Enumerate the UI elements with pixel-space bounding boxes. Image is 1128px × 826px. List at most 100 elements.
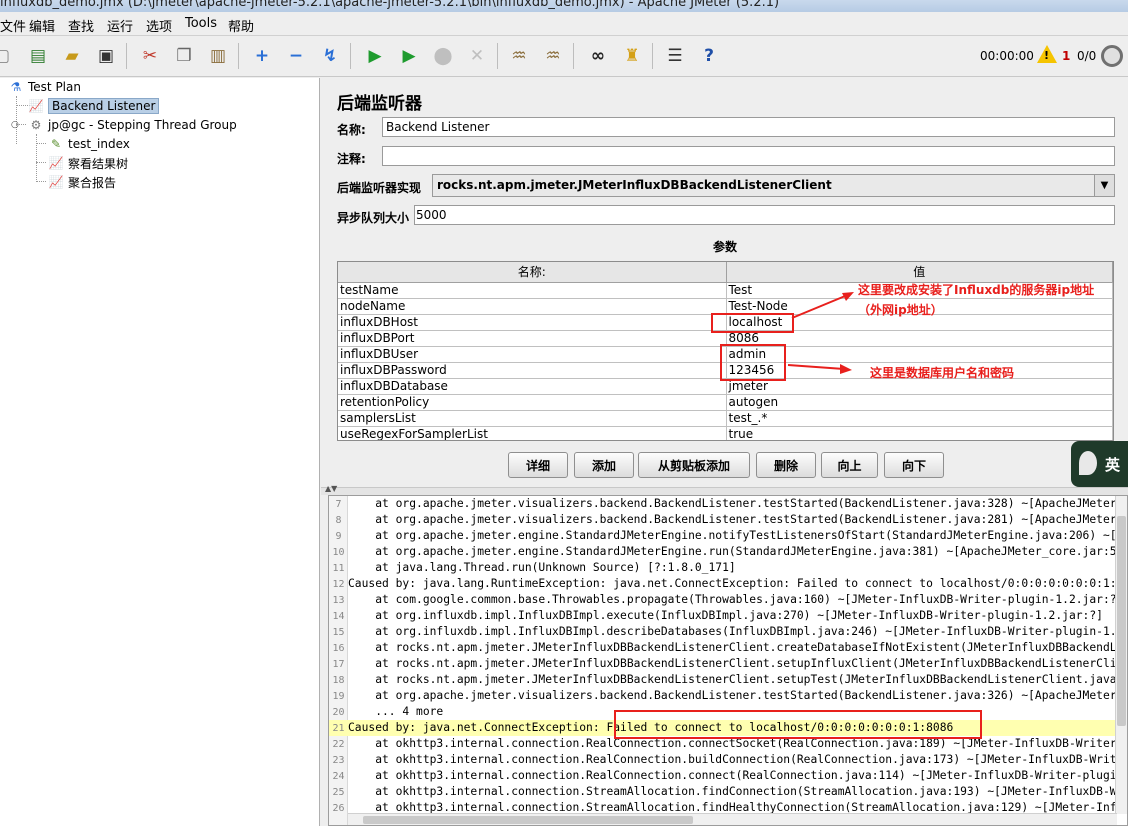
scrollbar-thumb[interactable] (363, 816, 693, 824)
log-viewer[interactable]: 7 at org.apache.jmeter.visualizers.backe… (328, 495, 1128, 826)
stop-icon[interactable]: ⬤ (429, 41, 457, 71)
log-vertical-scrollbar[interactable] (1115, 496, 1127, 814)
move-down-button[interactable]: 向下 (884, 452, 944, 478)
ime-label: 英 (1104, 455, 1120, 474)
param-name-cell[interactable]: testName (338, 282, 727, 299)
impl-label: 后端监听器实现 (337, 181, 422, 195)
reset-search-broom-icon[interactable]: ♜ (618, 41, 646, 71)
toolbar-separator (350, 43, 351, 69)
clear-icon[interactable]: ♒ (505, 41, 533, 71)
param-name-cell[interactable]: influxDBDatabase (338, 378, 727, 395)
param-name-cell[interactable]: influxDBPort (338, 330, 727, 347)
log-line-text: at org.apache.jmeter.engine.StandardJMet… (375, 529, 1127, 542)
gear-icon: ⚙ (30, 118, 42, 132)
annotation-credentials-note: 这里是数据库用户名和密码 (870, 366, 1015, 380)
param-name-cell[interactable]: samplersList (338, 410, 727, 427)
param-name-cell[interactable]: influxDBHost (338, 314, 727, 331)
toggle-icon[interactable]: ↯ (316, 41, 344, 71)
param-name-cell[interactable]: influxDBPassword (338, 362, 727, 379)
save-icon[interactable]: ▣ (92, 41, 120, 71)
annotation-credentials-box (720, 344, 786, 381)
help-icon[interactable]: ? (695, 41, 723, 71)
expand-all-icon[interactable]: + (248, 41, 276, 71)
detail-button[interactable]: 详细 (508, 452, 568, 478)
add-button[interactable]: 添加 (574, 452, 634, 478)
name-input[interactable] (382, 117, 1115, 137)
log-line-number: 19 (332, 691, 345, 702)
split-arrows-icon[interactable]: ▲▼ (325, 484, 337, 493)
param-name-cell[interactable]: influxDBUser (338, 346, 727, 363)
log-line-number: 10 (332, 547, 345, 558)
comment-input[interactable] (382, 146, 1115, 166)
column-header-value[interactable]: 值 (726, 262, 1113, 283)
tree-node-label: 察看结果树 (68, 156, 129, 171)
param-name-cell[interactable]: retentionPolicy (338, 394, 727, 411)
table-row[interactable]: retentionPolicy autogen (338, 394, 1113, 411)
param-value-cell[interactable]: true (726, 426, 1113, 440)
remote-engine-icon[interactable] (1101, 45, 1123, 67)
tree-node-view-results[interactable]: 📈 察看结果树 (48, 154, 129, 172)
delete-button[interactable]: 删除 (756, 452, 816, 478)
menu-run[interactable]: 运行 (107, 16, 133, 35)
ime-indicator[interactable]: 英 (1071, 441, 1128, 487)
log-line-text: at org.influxdb.impl.InfluxDBImpl.descri… (348, 625, 1128, 638)
move-up-button[interactable]: 向上 (821, 452, 878, 478)
menu-edit[interactable]: 编辑 (29, 16, 55, 35)
tree-node-backend-listener[interactable]: 📈 Backend Listener (28, 97, 160, 115)
tree-connector (36, 134, 37, 182)
column-header-name[interactable]: 名称: (338, 262, 727, 283)
log-line-number: 8 (335, 515, 342, 526)
tree-node-sampler[interactable]: ✎ test_index (48, 135, 130, 153)
log-line-number: 20 (332, 707, 345, 718)
paste-icon[interactable]: ▥ (204, 41, 232, 71)
add-from-clipboard-button[interactable]: 从剪贴板添加 (638, 452, 750, 478)
start-icon[interactable]: ▶ (361, 41, 389, 71)
log-line-text: Caused by: java.lang.RuntimeException: j… (348, 577, 1128, 590)
queue-size-input[interactable] (414, 205, 1115, 225)
tree-node-aggregate-report[interactable]: 📈 聚合报告 (48, 173, 117, 191)
chevron-down-icon[interactable]: ▼ (1094, 175, 1114, 196)
log-line: 10 at org.apache.jmeter.engine.StandardJ… (329, 544, 1127, 560)
impl-select[interactable]: rocks.nt.apm.jmeter.JMeterInfluxDBBacken… (432, 174, 1115, 197)
scrollbar-thumb[interactable] (1117, 516, 1126, 726)
log-line-text: at java.lang.Thread.run(Unknown Source) … (348, 561, 736, 574)
log-line-number: 9 (335, 531, 342, 542)
table-row[interactable]: nodeName Test-Node (338, 298, 1113, 315)
param-name-cell[interactable]: useRegexForSamplerList (338, 426, 727, 440)
log-line-number: 21 (332, 723, 345, 734)
new-file-icon[interactable]: ▢ (0, 41, 16, 71)
log-horizontal-scrollbar[interactable] (348, 813, 1117, 825)
shutdown-icon[interactable]: ✕ (463, 41, 491, 71)
menu-options[interactable]: 选项 (146, 16, 172, 35)
table-row[interactable]: useRegexForSamplerList true (338, 426, 1113, 440)
log-line: 25 at okhttp3.internal.connection.Stream… (329, 784, 1127, 800)
collapse-toggle-icon[interactable]: ○ (11, 120, 19, 130)
function-helper-icon[interactable]: ☰ (661, 41, 689, 71)
start-no-pauses-icon[interactable]: ▶ (395, 41, 423, 71)
collapse-all-icon[interactable]: − (282, 41, 310, 71)
menu-help[interactable]: 帮助 (228, 16, 254, 35)
clear-all-icon[interactable]: ♒ (539, 41, 567, 71)
copy-icon[interactable]: ❐ (170, 41, 198, 71)
search-binoculars-icon[interactable]: ∞ (584, 41, 612, 71)
tree-node-test-plan[interactable]: ⚗ Test Plan (8, 78, 81, 96)
log-line-number: 12 (332, 579, 345, 590)
menu-search[interactable]: 查找 (68, 16, 94, 35)
test-plan-tree: ⚗ Test Plan 📈 Backend Listener ○ ⚙ jp@gc… (0, 78, 320, 826)
split-divider[interactable]: ▲▼ (321, 484, 1128, 495)
menu-file[interactable]: 文件 (0, 16, 26, 35)
open-folder-icon[interactable]: ▰ (58, 41, 86, 71)
param-value-cell[interactable]: test_.* (726, 410, 1113, 427)
panel-title: 后端监听器 (337, 94, 422, 114)
templates-icon[interactable]: ▤ (24, 41, 52, 71)
param-name-cell[interactable]: nodeName (338, 298, 727, 315)
cut-icon[interactable]: ✂ (136, 41, 164, 71)
param-value-cell[interactable]: autogen (726, 394, 1113, 411)
menu-bar: 文件 编辑 查找 运行 选项 Tools 帮助 (0, 12, 1128, 36)
tree-node-thread-group[interactable]: ⚙ jp@gc - Stepping Thread Group (28, 116, 237, 134)
log-line-number: 14 (332, 611, 345, 622)
table-row[interactable]: samplersList test_.* (338, 410, 1113, 427)
warning-icon[interactable] (1037, 45, 1057, 63)
menu-tools[interactable]: Tools (185, 16, 217, 31)
ime-leaf-icon (1079, 451, 1097, 475)
